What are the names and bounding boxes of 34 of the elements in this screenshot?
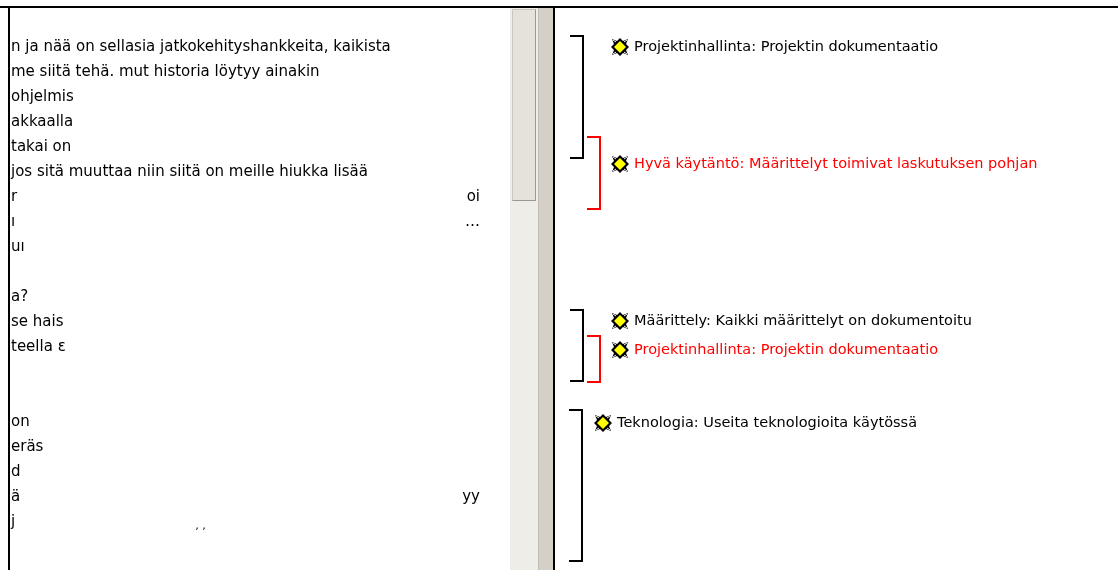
transcript-line: teella ε	[11, 336, 66, 358]
transcript-line: uı	[11, 236, 25, 258]
transcript-fragment: oi	[466, 186, 480, 208]
transcript-line: a?	[11, 286, 29, 308]
transcript-line: me siitä tehä. mut historia löytyy ainakin	[11, 61, 320, 83]
star-icon	[609, 310, 631, 332]
star-icon	[592, 412, 614, 434]
transcript-line: takai on	[11, 136, 72, 158]
transcript-line: eräs	[11, 436, 44, 458]
star-icon	[609, 36, 631, 58]
transcript-line: d	[11, 461, 21, 483]
transcript-fragment: ‚ ‚	[195, 518, 206, 535]
transcript-line: akkaalla	[11, 111, 74, 133]
transcript-line: jos sitä muuttaa niin siitä on meille hiukka lisää	[11, 161, 368, 183]
transcript-line: j	[11, 511, 16, 533]
transcript-line: on	[11, 411, 30, 433]
transcript-line: ohjelmis	[11, 86, 74, 108]
annotation-label: Teknologia: Useita teknologioita käytössä	[617, 413, 918, 433]
scrollbar-thumb[interactable]	[512, 9, 536, 201]
transcript-line: n ja nää on sellasia jatkokehityshankkeita, kaikista	[11, 36, 391, 58]
transcript-line: r	[11, 186, 18, 208]
transcript-line: ä	[11, 486, 21, 508]
star-icon	[609, 339, 631, 361]
transcript-line: ı	[11, 211, 16, 233]
transcript-fragment: yy	[462, 486, 480, 508]
annotation-label: Määrittely: Kaikki määrittelyt on dokumentoitu	[634, 311, 972, 331]
star-icon	[609, 153, 631, 175]
annotation-label: Projektinhallinta: Projektin dokumentaatio	[634, 37, 939, 57]
transcript-fragment: …	[465, 211, 480, 233]
transcript-line: se hais	[11, 311, 64, 333]
annotation-label: Hyvä käytäntö: Määrittelyt toimivat laskutuksen pohjan	[634, 154, 1038, 174]
splitter[interactable]	[538, 8, 553, 570]
scrollbar[interactable]	[510, 8, 538, 570]
annotation-label: Projektinhallinta: Projektin dokumentaatio	[634, 340, 939, 360]
